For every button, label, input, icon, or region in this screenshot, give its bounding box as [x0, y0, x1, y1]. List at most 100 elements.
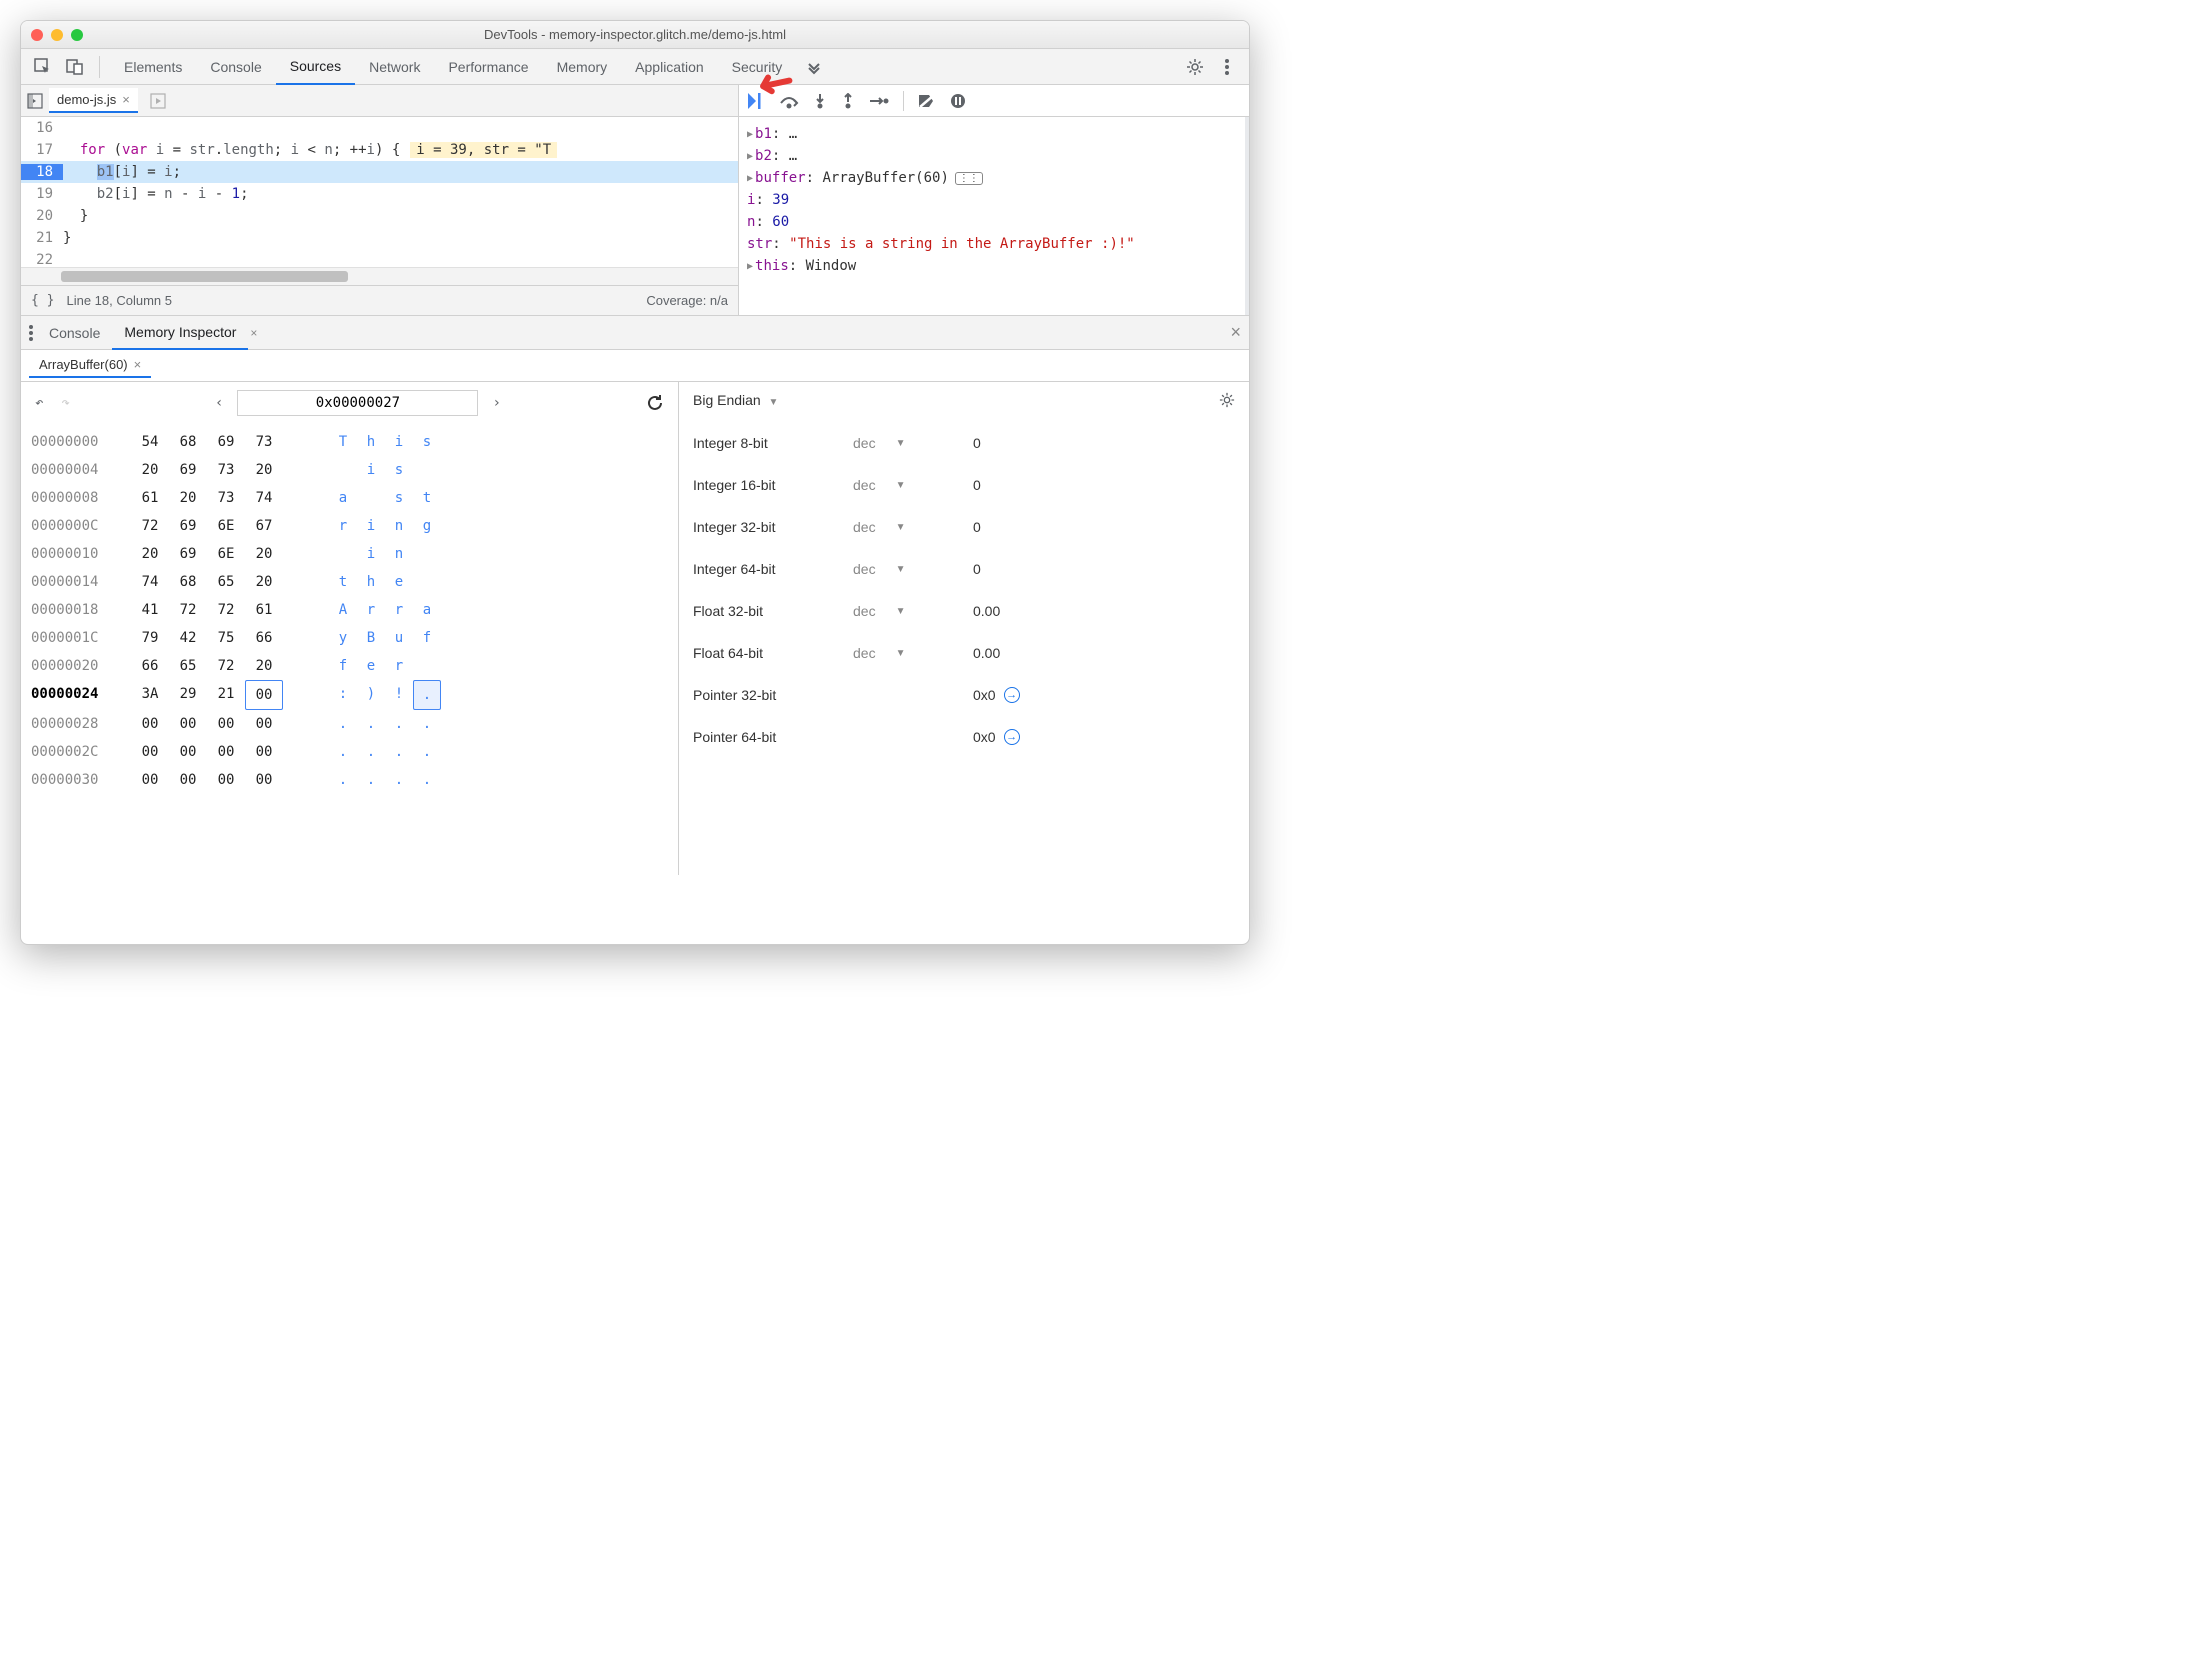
- hex-char[interactable]: f: [413, 624, 441, 652]
- scope-variable[interactable]: ▶this: Window: [747, 255, 1237, 277]
- undo-icon[interactable]: ↶: [31, 391, 47, 415]
- scope-variable[interactable]: ▶b2: …: [747, 145, 1237, 167]
- hex-char[interactable]: .: [413, 738, 441, 766]
- hex-byte[interactable]: 20: [245, 568, 283, 596]
- hex-char[interactable]: n: [385, 540, 413, 568]
- hex-byte[interactable]: 20: [131, 540, 169, 568]
- hex-char[interactable]: s: [385, 484, 413, 512]
- kebab-icon[interactable]: [1213, 53, 1241, 81]
- drawer-tab-memory-inspector[interactable]: Memory Inspector: [112, 316, 248, 350]
- hex-char[interactable]: s: [385, 456, 413, 484]
- redo-icon[interactable]: ↷: [57, 391, 73, 415]
- deactivate-breakpoints-icon[interactable]: [918, 93, 936, 109]
- tab-console[interactable]: Console: [196, 49, 275, 85]
- next-page-icon[interactable]: ›: [488, 391, 504, 415]
- hex-char[interactable]: .: [413, 766, 441, 794]
- tab-sources[interactable]: Sources: [276, 49, 355, 85]
- hex-char[interactable]: ): [357, 680, 385, 710]
- code-line[interactable]: 22: [21, 249, 738, 267]
- hex-char[interactable]: s: [413, 428, 441, 456]
- hex-char[interactable]: .: [385, 710, 413, 738]
- hex-row[interactable]: 0000001C79427566yBuf: [31, 624, 668, 652]
- hex-byte[interactable]: 73: [207, 484, 245, 512]
- format-select[interactable]: dec: [853, 561, 876, 577]
- step-over-icon[interactable]: [779, 93, 799, 109]
- hex-char[interactable]: .: [357, 738, 385, 766]
- hex-byte[interactable]: 61: [245, 596, 283, 624]
- hex-byte[interactable]: 20: [245, 540, 283, 568]
- hex-row[interactable]: 0000002066657220fer: [31, 652, 668, 680]
- pretty-print-icon[interactable]: { }: [31, 293, 54, 308]
- hex-byte[interactable]: 00: [131, 738, 169, 766]
- hex-byte[interactable]: 61: [131, 484, 169, 512]
- hex-row[interactable]: 0000002C00000000....: [31, 738, 668, 766]
- hex-byte[interactable]: 00: [245, 680, 283, 710]
- hex-char[interactable]: t: [413, 484, 441, 512]
- hex-byte[interactable]: 00: [245, 710, 283, 738]
- hex-byte[interactable]: 54: [131, 428, 169, 456]
- hex-byte[interactable]: 79: [131, 624, 169, 652]
- settings-icon[interactable]: [1181, 53, 1209, 81]
- hex-byte[interactable]: 69: [169, 512, 207, 540]
- hex-char[interactable]: h: [357, 428, 385, 456]
- reveal-memory-icon[interactable]: ⋮⋮: [955, 172, 983, 185]
- scope-variable[interactable]: ▶buffer: ArrayBuffer(60)⋮⋮: [747, 167, 1237, 189]
- hex-byte[interactable]: 20: [131, 456, 169, 484]
- hex-byte[interactable]: 68: [169, 568, 207, 596]
- drawer-kebab-icon[interactable]: [29, 325, 33, 341]
- scope-variable[interactable]: str: "This is a string in the ArrayBuffe…: [747, 233, 1237, 255]
- hex-char[interactable]: i: [385, 428, 413, 456]
- hex-byte[interactable]: 29: [169, 680, 207, 710]
- hex-char[interactable]: i: [357, 540, 385, 568]
- close-drawer-icon[interactable]: ×: [1230, 322, 1241, 343]
- hex-char[interactable]: .: [329, 710, 357, 738]
- hex-char[interactable]: r: [357, 596, 385, 624]
- hex-row[interactable]: 0000000861207374a st: [31, 484, 668, 512]
- hex-char[interactable]: a: [413, 596, 441, 624]
- navigator-icon[interactable]: [27, 93, 43, 109]
- code-line[interactable]: 20 }: [21, 205, 738, 227]
- hex-char[interactable]: n: [385, 512, 413, 540]
- hex-char[interactable]: .: [357, 766, 385, 794]
- overflow-icon[interactable]: [800, 53, 828, 81]
- format-select[interactable]: dec: [853, 603, 876, 619]
- hex-byte[interactable]: 69: [207, 428, 245, 456]
- tab-elements[interactable]: Elements: [110, 49, 196, 85]
- hex-byte[interactable]: 21: [207, 680, 245, 710]
- tab-network[interactable]: Network: [355, 49, 434, 85]
- endian-select[interactable]: Big Endian ▼: [693, 392, 778, 408]
- resume-icon[interactable]: [747, 93, 765, 109]
- hex-char[interactable]: B: [357, 624, 385, 652]
- hex-char[interactable]: t: [329, 568, 357, 596]
- close-icon[interactable]: ×: [250, 326, 257, 340]
- hex-char[interactable]: r: [385, 652, 413, 680]
- hex-byte[interactable]: 72: [131, 512, 169, 540]
- hex-byte[interactable]: 73: [245, 428, 283, 456]
- hex-byte[interactable]: 65: [207, 568, 245, 596]
- hex-row[interactable]: 0000002800000000....: [31, 710, 668, 738]
- hex-row[interactable]: 000000243A292100:)!.: [31, 680, 668, 710]
- hex-byte[interactable]: 00: [245, 766, 283, 794]
- hex-byte[interactable]: 65: [169, 652, 207, 680]
- hex-byte[interactable]: 72: [207, 652, 245, 680]
- close-icon[interactable]: ×: [122, 92, 130, 107]
- code-line[interactable]: 18 b1[i] = i;: [21, 161, 738, 183]
- hex-byte[interactable]: 68: [169, 428, 207, 456]
- hex-byte[interactable]: 00: [131, 710, 169, 738]
- hex-byte[interactable]: 67: [245, 512, 283, 540]
- code-line[interactable]: 21}: [21, 227, 738, 249]
- hex-row[interactable]: 0000000420697320 is: [31, 456, 668, 484]
- hex-byte[interactable]: 69: [169, 540, 207, 568]
- drawer-tab-console[interactable]: Console: [37, 316, 112, 350]
- hex-byte[interactable]: 6E: [207, 512, 245, 540]
- pause-exceptions-icon[interactable]: [950, 93, 966, 109]
- hex-byte[interactable]: 42: [169, 624, 207, 652]
- hex-char[interactable]: [413, 568, 441, 596]
- tab-security[interactable]: Security: [718, 49, 797, 85]
- code-line[interactable]: 19 b2[i] = n - i - 1;: [21, 183, 738, 205]
- step-icon[interactable]: [869, 94, 889, 108]
- hex-char[interactable]: .: [329, 738, 357, 766]
- jump-icon[interactable]: →: [1004, 687, 1020, 703]
- hex-char[interactable]: r: [385, 596, 413, 624]
- hex-row[interactable]: 0000003000000000....: [31, 766, 668, 794]
